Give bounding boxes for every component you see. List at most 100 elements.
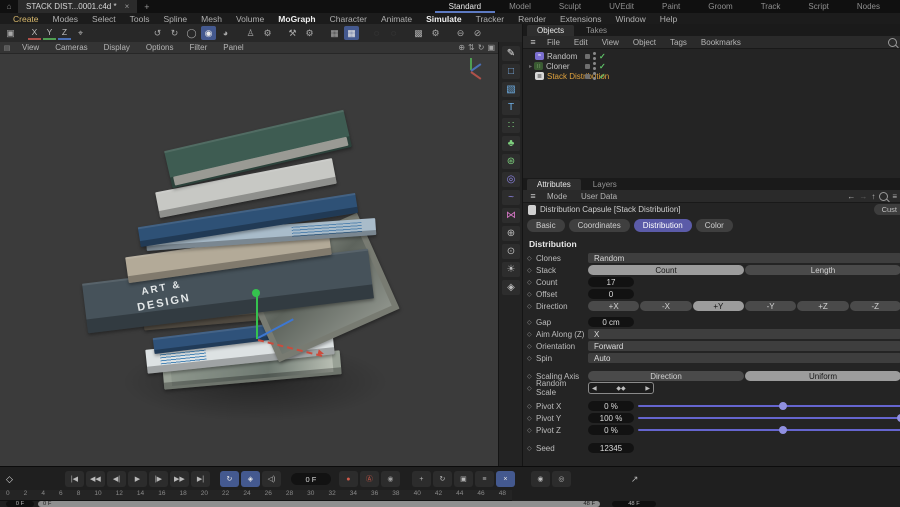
menu-item[interactable]: Volume <box>229 14 271 24</box>
keyframe-mode-icon[interactable]: ◈ <box>241 471 260 487</box>
attr-menu-user-data[interactable]: User Data <box>575 192 623 201</box>
light-icon[interactable]: ☀ <box>502 262 520 277</box>
visibility-dots[interactable] <box>593 52 596 60</box>
camera-icon[interactable]: ⊙ <box>502 244 520 259</box>
viewport-menu-panel[interactable]: Panel <box>215 43 251 52</box>
viewport-panel-icon[interactable]: ▤ <box>0 44 14 52</box>
fcurve-icon[interactable]: ↗ <box>631 474 639 485</box>
last-tool-icon[interactable]: ◕ <box>218 26 233 40</box>
layout-tab-uvedit[interactable]: UVEdit <box>595 0 648 13</box>
coordinate-system-icon[interactable]: ⌖ <box>73 26 88 40</box>
layout-tab-sculpt[interactable]: Sculpt <box>545 0 595 13</box>
clones-dropdown[interactable]: Random <box>588 253 900 263</box>
material-icon[interactable]: ◈ <box>502 280 520 295</box>
pivot-y-field[interactable]: 100 % <box>588 413 634 423</box>
rotation-key-icon[interactable]: ↻ <box>433 471 452 487</box>
menu-item[interactable]: Mesh <box>194 14 229 24</box>
pivot-x-field[interactable]: 0 % <box>588 401 634 411</box>
character-tool-icon[interactable]: ♙ <box>243 26 258 40</box>
preview-range-bar[interactable]: 0 F 48 F <box>38 501 600 507</box>
tab-attributes[interactable]: Attributes <box>527 179 581 190</box>
position-key-icon[interactable]: + <box>412 471 431 487</box>
locked-workplane-icon[interactable]: ⊖ <box>453 26 468 40</box>
layout-tab-standard[interactable]: Standard <box>435 0 495 13</box>
menu-item[interactable]: Window <box>609 14 653 24</box>
simulate-settings-icon[interactable]: ⚙ <box>302 26 317 40</box>
primitive-cube-icon[interactable]: ▧ <box>502 82 520 97</box>
count-field[interactable]: 17 <box>588 277 634 287</box>
scaling-axis-option[interactable]: Direction <box>588 371 744 381</box>
attribute-chip[interactable]: Coordinates <box>569 219 630 232</box>
attribute-chip[interactable]: Color <box>696 219 733 232</box>
prev-frame-icon[interactable]: ◀| <box>107 471 126 487</box>
om-menu-file[interactable]: File <box>541 38 566 47</box>
pivot-z-field[interactable]: 0 % <box>588 425 634 435</box>
goto-start-icon[interactable]: |◀ <box>65 471 84 487</box>
menu-item[interactable]: Extensions <box>553 14 609 24</box>
back-icon[interactable]: ← <box>847 192 855 201</box>
direction-option[interactable]: -Z <box>850 301 900 311</box>
menu-item[interactable]: Spline <box>157 14 195 24</box>
filter-icon[interactable]: ≡ <box>892 192 897 201</box>
layout-tab-nodes[interactable]: Nodes <box>843 0 894 13</box>
range-start-field[interactable]: 0 F <box>6 501 34 507</box>
undo-icon[interactable]: ↺ <box>150 26 165 40</box>
menu-item[interactable]: Modes <box>46 14 86 24</box>
pivot-y-slider[interactable] <box>638 413 900 423</box>
cloner-icon[interactable]: ∷ <box>502 118 520 133</box>
layout-tab-groom[interactable]: Groom <box>694 0 746 13</box>
layout-tab-paint[interactable]: Paint <box>648 0 694 13</box>
zoom-icon[interactable]: ⇅ <box>468 43 475 52</box>
viewport-menu-cameras[interactable]: Cameras <box>47 43 95 52</box>
attribute-chip[interactable]: Basic <box>527 219 565 232</box>
layout-tab-track[interactable]: Track <box>747 0 795 13</box>
viewport-menu-view[interactable]: View <box>14 43 47 52</box>
workplane-icon[interactable]: ▩ <box>411 26 426 40</box>
enabled-check-icon[interactable]: ✓ <box>599 52 606 61</box>
goto-end-icon[interactable]: ▶| <box>191 471 210 487</box>
stepper-left-icon[interactable]: ◀ <box>592 385 597 392</box>
attr-menu-mode[interactable]: Mode <box>541 192 573 201</box>
axis-lock-z[interactable]: Z <box>58 27 71 40</box>
redo-icon[interactable]: ↻ <box>167 26 182 40</box>
pivot-z-slider[interactable] <box>638 425 900 435</box>
menu-item[interactable]: Help <box>653 14 684 24</box>
fracture-icon[interactable]: ♣ <box>502 136 520 151</box>
field-path-icon[interactable]: ~ <box>502 190 520 205</box>
play-icon[interactable]: ▶ <box>128 471 147 487</box>
home-icon[interactable]: ⌂ <box>0 2 18 11</box>
stack-option[interactable]: Length <box>745 265 900 275</box>
pla-key-icon[interactable]: × <box>496 471 515 487</box>
visibility-dots[interactable] <box>593 62 596 70</box>
om-menu-bookmarks[interactable]: Bookmarks <box>695 38 747 47</box>
viewport-menu-filter[interactable]: Filter <box>181 43 215 52</box>
attribute-chip[interactable]: Distribution <box>634 219 692 232</box>
menu-item[interactable]: Render <box>511 14 553 24</box>
hamburger-icon[interactable]: ≡ <box>527 37 539 47</box>
motext-icon[interactable]: T <box>502 100 520 115</box>
custom-button[interactable]: Cust <box>874 204 900 215</box>
key-selection-icon[interactable]: ◉ <box>381 471 400 487</box>
menu-item[interactable]: MoGraph <box>271 14 322 24</box>
object-label[interactable]: Random <box>547 52 577 61</box>
object-row-stack-distribution[interactable]: ≣ Stack Distribution ✓ <box>523 71 900 81</box>
scale-key-icon[interactable]: ▣ <box>454 471 473 487</box>
stepper-grip-icon[interactable]: ◆◆ <box>616 385 625 392</box>
maximize-icon[interactable]: ▣ <box>487 43 495 52</box>
viewport[interactable]: 365 ART & DESIGN ▤ View Cameras D <box>0 42 498 466</box>
om-menu-view[interactable]: View <box>596 38 625 47</box>
layer-toggle[interactable] <box>585 54 590 59</box>
menu-item[interactable]: Animate <box>374 14 419 24</box>
effector-icon[interactable]: ⊛ <box>502 154 520 169</box>
expander-icon[interactable]: ▸ <box>529 63 532 70</box>
deformer-icon[interactable]: ⋈ <box>502 208 520 223</box>
loop-icon[interactable]: ↻ <box>220 471 239 487</box>
enabled-check-icon[interactable]: ✓ <box>599 62 606 71</box>
field-icon[interactable]: ◎ <box>502 172 520 187</box>
planar-workplane-icon[interactable]: ⊘ <box>470 26 485 40</box>
object-row-cloner[interactable]: ▸ ∷ Cloner ✓ <box>523 61 900 71</box>
direction-option[interactable]: +Z <box>797 301 848 311</box>
gap-field[interactable]: 0 cm <box>588 317 634 327</box>
next-frame-icon[interactable]: |▶ <box>149 471 168 487</box>
keyframe-diamond-icon[interactable]: ◇ <box>6 474 13 485</box>
